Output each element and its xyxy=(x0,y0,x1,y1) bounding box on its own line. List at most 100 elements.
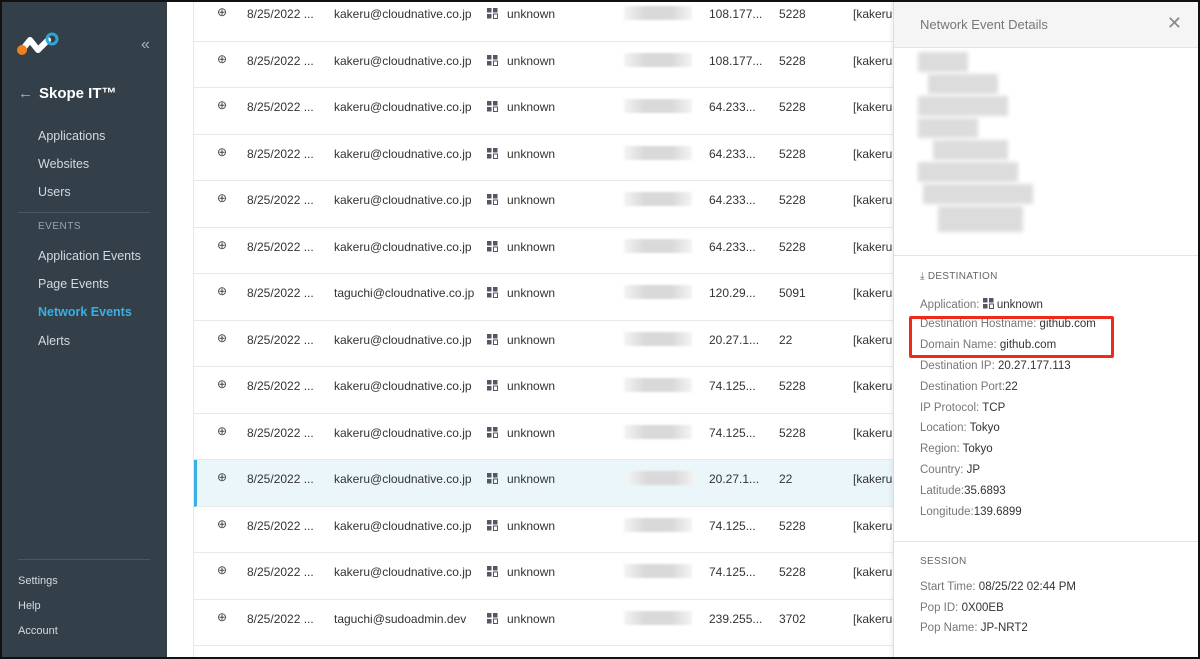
zoom-in-icon[interactable]: ⊕ xyxy=(217,238,227,252)
nav-account[interactable]: Account xyxy=(18,625,58,637)
port-cell: 5228 xyxy=(779,379,806,393)
divider xyxy=(894,541,1200,542)
field-label: Longitude: xyxy=(920,506,974,518)
port-cell: 3702 xyxy=(779,611,806,626)
nav-users[interactable]: Users xyxy=(38,185,71,199)
port-cell: 5228 xyxy=(779,239,806,254)
user-cell: kakeru@cloudnative.co.jp xyxy=(334,425,472,440)
ip-cell: 120.29... xyxy=(709,286,756,300)
field-value: 0X00EB xyxy=(961,601,1004,614)
detail-field: Country: JP xyxy=(920,464,980,476)
app-icon xyxy=(487,54,498,66)
table-row[interactable]: ⊕ 8/25/2022 ... kakeru@cloudnative.co.jp… xyxy=(194,228,893,274)
nav-settings[interactable]: Settings xyxy=(18,575,58,587)
app-icon xyxy=(487,333,498,345)
zoom-in-icon[interactable]: ⊕ xyxy=(217,517,227,531)
field-value: Tokyo xyxy=(969,422,1000,435)
redacted-cell xyxy=(624,145,692,160)
zoom-in-icon[interactable]: ⊕ xyxy=(217,98,227,112)
table-row[interactable]: ⊕ 8/25/2022 ... kakeru@cloudnative.co.jp… xyxy=(194,321,893,367)
field-label: Application: xyxy=(920,299,983,311)
nav-application-events[interactable]: Application Events xyxy=(38,249,141,263)
collapse-sidebar-icon[interactable]: « xyxy=(141,36,150,54)
date-cell: 8/25/2022 ... xyxy=(247,100,314,114)
date-cell: 8/25/2022 ... xyxy=(247,611,314,626)
port-cell: 5228 xyxy=(779,518,806,533)
app-icon xyxy=(487,287,498,298)
table-row[interactable]: ⊕ 8/25/2022 ... kakeru@cloudnative.co.jp… xyxy=(194,181,893,228)
date-cell: 8/25/2022 ... xyxy=(247,518,314,533)
port-cell: 5228 xyxy=(779,53,806,68)
redacted-cell xyxy=(624,238,692,253)
table-row[interactable]: ⊕ 8/25/2022 ... kakeru@cloudnative.co.jp… xyxy=(194,507,893,553)
nav-page-events[interactable]: Page Events xyxy=(38,277,109,291)
detail-field: Location: Tokyo xyxy=(920,422,1000,434)
app-cell: unknown xyxy=(507,239,556,254)
table-row[interactable]: ⊕ 8/25/2022 ... kakeru@cloudnative.co.jp… xyxy=(194,135,893,181)
port-cell: 5228 xyxy=(779,100,806,114)
zoom-in-icon[interactable]: ⊕ xyxy=(217,5,227,19)
zoom-in-icon[interactable]: ⊕ xyxy=(217,470,227,484)
app-cell: unknown xyxy=(507,518,556,533)
table-row[interactable]: ⊕ 8/25/2022 ... kakeru@cloudnative.co.jp… xyxy=(194,367,893,414)
field-label: IP Protocol: xyxy=(920,401,983,414)
app-cell: unknown xyxy=(507,425,556,440)
table-row[interactable]: ⊕ 8/25/2022 ... kakeru@cloudnative.co.jp… xyxy=(194,42,893,88)
field-label: Region: xyxy=(920,443,963,456)
session-header: SESSION xyxy=(920,556,967,567)
app-icon xyxy=(487,519,498,531)
field-value: 139.6899 xyxy=(973,506,1022,518)
zoom-in-icon[interactable]: ⊕ xyxy=(217,331,227,345)
ip-cell: 64.233... xyxy=(709,239,756,254)
user-cell-2: [kakeru xyxy=(853,193,893,207)
app-icon xyxy=(982,298,994,309)
zoom-in-icon[interactable]: ⊕ xyxy=(217,610,227,624)
user-cell: kakeru@cloudnative.co.jp xyxy=(334,239,472,254)
date-cell: 8/25/2022 ... xyxy=(247,332,314,347)
table-row[interactable]: ⊕ 8/25/2022 ... kakeru@cloudnative.co.jp… xyxy=(194,460,893,507)
table-row[interactable]: ⊕ 8/25/2022 ... taguchi@sudoadmin.dev un… xyxy=(194,600,893,646)
nav-applications[interactable]: Applications xyxy=(38,129,105,143)
zoom-in-icon[interactable]: ⊕ xyxy=(217,52,227,66)
zoom-in-icon[interactable]: ⊕ xyxy=(217,145,227,159)
redacted-cell xyxy=(627,471,695,485)
divider xyxy=(894,255,1200,256)
detail-field: Pop Name: JP-NRT2 xyxy=(920,622,1028,634)
user-cell-2: [kakeru xyxy=(853,239,893,254)
table-row[interactable]: ⊕ 8/25/2022 ... kakeru@cloudnative.co.jp… xyxy=(194,553,893,600)
download-icon: ⤓ xyxy=(920,271,928,282)
nav-alerts[interactable]: Alerts xyxy=(38,334,70,348)
detail-field: Latitude:35.6893 xyxy=(920,485,1006,497)
table-row[interactable]: ⊕ 8/25/2022 ... taguchi@cloudnative.co.j… xyxy=(194,274,893,321)
app-cell: unknown xyxy=(507,565,556,579)
panel-header: Network Event Details ✕ xyxy=(894,0,1200,48)
app-icon xyxy=(487,612,498,624)
zoom-in-icon[interactable]: ⊕ xyxy=(217,377,227,391)
ip-cell: 20.27.1... xyxy=(709,472,760,486)
table-row[interactable]: ⊕ 8/25/2022 ... kakeru@cloudnative.co.jp… xyxy=(194,88,893,135)
redacted-cell xyxy=(624,331,692,346)
detail-field: IP Protocol: TCP xyxy=(920,402,1005,414)
nav-websites[interactable]: Websites xyxy=(38,157,89,171)
divider xyxy=(18,212,150,213)
zoom-in-icon[interactable]: ⊕ xyxy=(217,424,227,438)
arrow-left-icon: ← xyxy=(18,85,33,102)
port-cell: 22 xyxy=(779,472,793,486)
table-row[interactable]: ⊕ 8/25/2022 ... kakeru@cloudnative.co.jp… xyxy=(194,0,893,42)
zoom-in-icon[interactable]: ⊕ xyxy=(217,284,227,298)
close-icon[interactable]: ✕ xyxy=(1167,13,1182,34)
highlight-box xyxy=(909,316,1114,358)
field-label: Start Time: xyxy=(920,581,979,593)
redacted-cell xyxy=(624,285,692,299)
nav-help[interactable]: Help xyxy=(18,600,41,612)
zoom-in-icon[interactable]: ⊕ xyxy=(217,191,227,205)
ip-cell: 74.125... xyxy=(709,379,756,393)
nav-network-events[interactable]: Network Events xyxy=(38,305,132,319)
app-cell: unknown xyxy=(507,472,556,486)
user-cell: kakeru@cloudnative.co.jp xyxy=(334,332,472,347)
user-cell: kakeru@cloudnative.co.jp xyxy=(334,53,472,68)
user-cell-2: [kakeru xyxy=(853,472,893,486)
back-to-skope-it[interactable]: ← Skope IT™ xyxy=(18,85,117,102)
zoom-in-icon[interactable]: ⊕ xyxy=(217,563,227,577)
table-row[interactable]: ⊕ 8/25/2022 ... kakeru@cloudnative.co.jp… xyxy=(194,414,893,460)
